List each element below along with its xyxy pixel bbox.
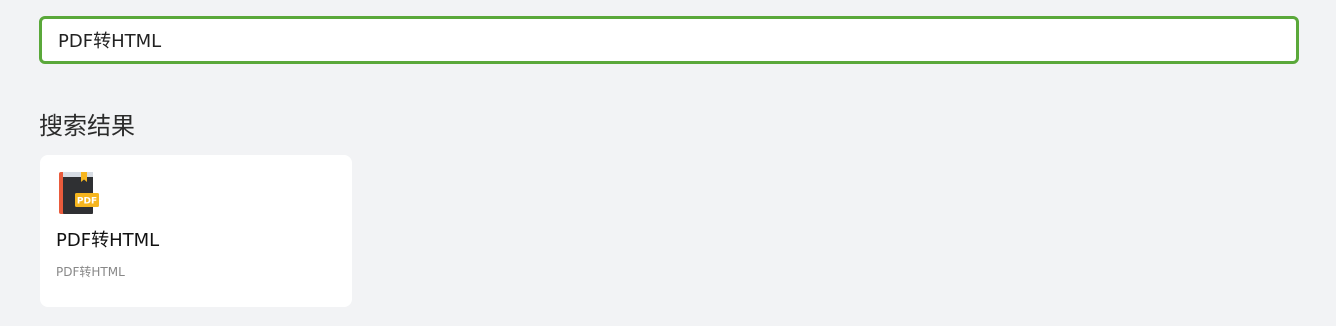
pdf-book-icon: PDF bbox=[57, 171, 101, 215]
result-card-description: PDF转HTML bbox=[56, 265, 125, 279]
result-card-pdf-to-html[interactable]: PDF PDF转HTML PDF转HTML bbox=[40, 155, 352, 307]
result-card-title: PDF转HTML bbox=[56, 230, 160, 251]
results-section-title: 搜索结果 bbox=[39, 112, 135, 140]
svg-text:PDF: PDF bbox=[77, 197, 97, 207]
search-input[interactable] bbox=[58, 19, 1296, 61]
search-box[interactable] bbox=[39, 16, 1299, 64]
